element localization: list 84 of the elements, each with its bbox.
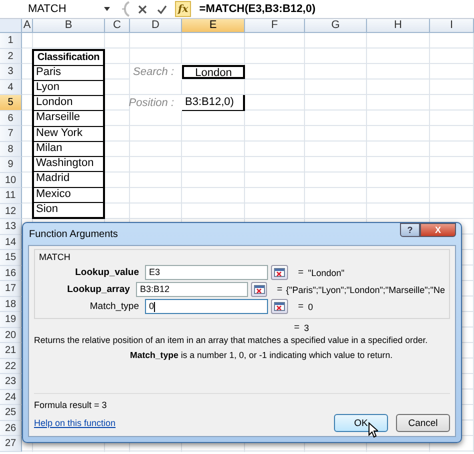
- search-label: Search :: [133, 66, 174, 78]
- column-header[interactable]: E: [182, 19, 245, 33]
- row-header[interactable]: 3: [0, 64, 22, 80]
- column-header[interactable]: D: [130, 19, 182, 33]
- table-cell: Paris: [34, 66, 103, 81]
- row-header[interactable]: 23: [0, 374, 22, 390]
- argument-input[interactable]: 0: [145, 299, 268, 314]
- collapse-dialog-button[interactable]: [271, 299, 288, 314]
- collapse-dialog-button[interactable]: [271, 265, 288, 280]
- table-cell: London: [34, 96, 103, 112]
- column-header[interactable]: H: [367, 19, 430, 33]
- function-name: MATCH: [39, 252, 72, 262]
- row-header[interactable]: 25: [0, 405, 22, 420]
- row-header[interactable]: 9: [0, 157, 22, 172]
- name-box[interactable]: MATCH: [28, 3, 92, 15]
- enter-check-icon[interactable]: [157, 4, 167, 14]
- column-header[interactable]: F: [245, 19, 305, 33]
- row-header[interactable]: 20: [0, 328, 22, 343]
- mouse-pointer-icon: [368, 422, 378, 438]
- table-cell: Mexico: [34, 188, 103, 203]
- row-header[interactable]: 17: [0, 281, 22, 296]
- table-cell-text: Sion: [35, 202, 60, 217]
- row-header[interactable]: 10: [0, 172, 22, 188]
- argument-label: Lookup_value: [74, 267, 140, 278]
- argument-input[interactable]: E3: [145, 265, 268, 280]
- column-header[interactable]: G: [305, 19, 367, 33]
- argument-result: 0: [308, 302, 314, 312]
- cancel-button[interactable]: Cancel: [396, 414, 450, 432]
- position-label: Position :: [128, 96, 174, 109]
- row-header[interactable]: 26: [0, 420, 22, 436]
- position-value-cell[interactable]: B3:B12,0): [182, 95, 245, 110]
- cancel-icon[interactable]: [138, 4, 147, 14]
- table-header-cell: Classification: [34, 50, 103, 66]
- argument-input[interactable]: B3:B12: [136, 282, 248, 297]
- insert-function-button[interactable]: fx: [175, 1, 192, 17]
- row-header[interactable]: 13: [0, 219, 22, 234]
- column-header[interactable]: I: [430, 19, 474, 33]
- dialog-title: Function Arguments: [28, 228, 118, 240]
- row-header[interactable]: 12: [0, 204, 22, 219]
- help-button[interactable]: ?: [400, 223, 420, 237]
- column-header[interactable]: B: [33, 19, 105, 33]
- help-link[interactable]: Help on this function: [34, 418, 116, 428]
- row-header[interactable]: 15: [0, 250, 22, 266]
- table-cell: Marseille: [34, 111, 103, 127]
- formula-result: Formula result = 3: [34, 400, 108, 410]
- row-header[interactable]: 2: [0, 48, 22, 64]
- table-cell: Madrid: [34, 172, 103, 188]
- argument-result: {"Paris";"Lyon";"London";"Marseille";"Ne: [286, 284, 445, 294]
- table-cell: Lyon: [34, 80, 103, 96]
- equals-sign: =: [298, 267, 305, 278]
- row-header[interactable]: 19: [0, 312, 22, 328]
- table-cell: Washington: [34, 157, 103, 172]
- row-header[interactable]: 27: [0, 436, 22, 452]
- table-cell: New York: [34, 126, 103, 142]
- function-description: Returns the relative position of an item in an array that matches a specified value in a specified order.: [34, 334, 429, 347]
- column-header[interactable]: C: [105, 19, 130, 33]
- function-result: 3: [304, 322, 310, 332]
- equals-sign: =: [276, 284, 284, 295]
- row-header[interactable]: 11: [0, 188, 22, 204]
- row-header[interactable]: 8: [0, 142, 22, 157]
- row-header[interactable]: 18: [0, 296, 22, 312]
- argument-result: "London": [308, 268, 344, 278]
- row-header[interactable]: 6: [0, 110, 22, 126]
- argument-label: Match_type: [88, 301, 140, 312]
- table-cell: Milan: [34, 142, 103, 158]
- row-header[interactable]: 4: [0, 80, 22, 95]
- row-header[interactable]: 22: [0, 358, 22, 374]
- row-header[interactable]: 24: [0, 390, 22, 405]
- row-header[interactable]: 16: [0, 266, 22, 281]
- collapse-dialog-button[interactable]: [251, 282, 267, 297]
- caret-icon[interactable]: [104, 7, 110, 11]
- equals-sign: =: [294, 322, 301, 333]
- argument-label: Lookup_array: [66, 284, 131, 295]
- equals-sign: =: [298, 301, 305, 312]
- row-header[interactable]: 5: [0, 95, 22, 110]
- column-header[interactable]: A: [22, 19, 33, 33]
- row-header[interactable]: 1: [0, 33, 22, 48]
- row-header[interactable]: 14: [0, 234, 22, 250]
- argument-description: Match_type is a number 1, 0, or -1 indicating which value to return.: [129, 349, 394, 362]
- row-header[interactable]: 21: [0, 343, 22, 358]
- formula-field[interactable]: =MATCH(E3,B3:B12,0): [199, 3, 316, 15]
- ok-button[interactable]: OK: [334, 414, 388, 432]
- row-header[interactable]: 7: [0, 126, 22, 142]
- search-value-cell: London: [182, 65, 245, 78]
